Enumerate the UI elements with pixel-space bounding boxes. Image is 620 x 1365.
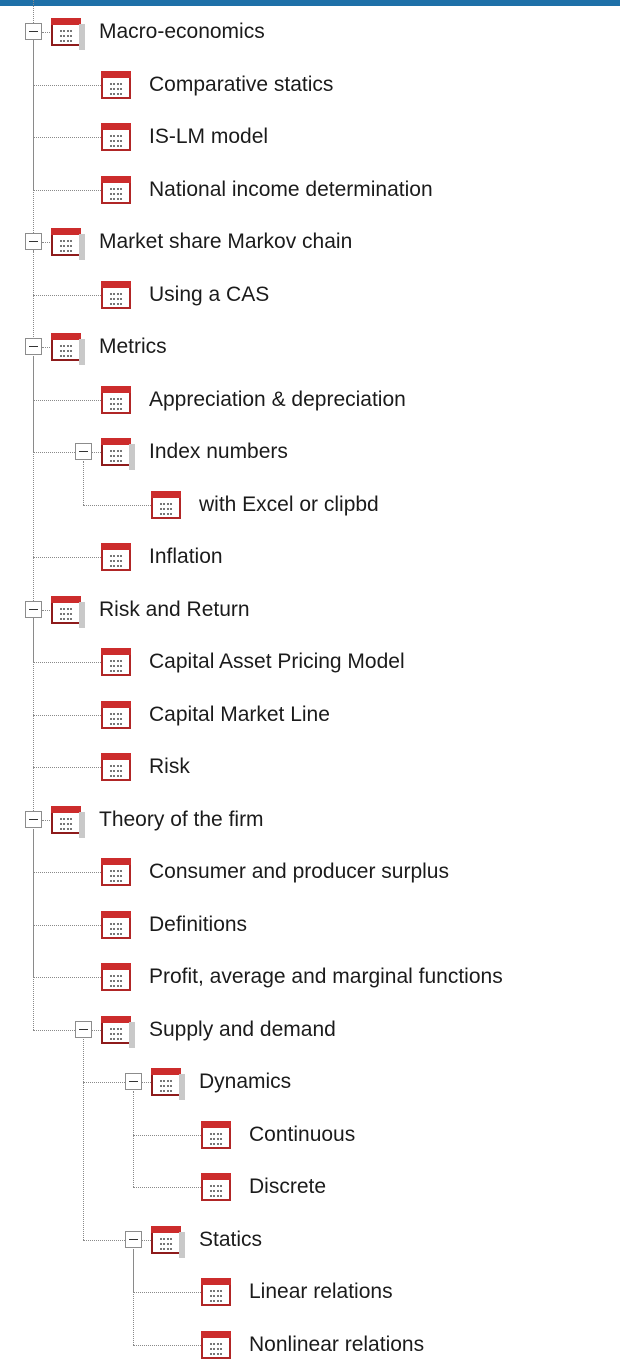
tree-item-label[interactable]: Capital Market Line bbox=[149, 695, 330, 735]
collapse-toggle-icon[interactable] bbox=[25, 600, 42, 618]
tree-item-label[interactable]: Market share Markov chain bbox=[99, 222, 352, 262]
folder-document-icon bbox=[51, 595, 85, 628]
document-icon bbox=[201, 1330, 231, 1359]
tree-item-label[interactable]: Consumer and producer surplus bbox=[149, 852, 449, 892]
tree-item[interactable]: Inflation bbox=[73, 537, 590, 577]
tree-item-label[interactable]: Using a CAS bbox=[149, 275, 269, 315]
tree-item-label[interactable]: Metrics bbox=[99, 327, 167, 367]
tree-guide-line bbox=[33, 41, 34, 190]
tree-guide-line bbox=[133, 1091, 134, 1187]
tree-guide-line bbox=[33, 356, 34, 557]
tree-item-label[interactable]: Linear relations bbox=[249, 1272, 393, 1312]
collapse-toggle-icon[interactable] bbox=[25, 233, 42, 250]
tree-item-label[interactable]: IS-LM model bbox=[149, 117, 268, 157]
document-icon bbox=[101, 910, 131, 939]
folder-document-icon bbox=[101, 438, 135, 470]
collapse-toggle-icon[interactable] bbox=[25, 338, 42, 355]
tree-item[interactable]: IS-LM model bbox=[73, 117, 590, 157]
tree-item[interactable]: Index numbers bbox=[73, 432, 590, 472]
tree-item[interactable]: Market share Markov chain bbox=[23, 222, 590, 262]
tree-item[interactable]: Statics bbox=[123, 1220, 590, 1260]
folder-document-icon bbox=[51, 228, 85, 260]
tree-item[interactable]: Using a CAS bbox=[73, 275, 590, 315]
tree-item[interactable]: Theory of the firm bbox=[23, 800, 590, 840]
tree-item[interactable]: Discrete bbox=[173, 1167, 590, 1207]
collapse-toggle-icon[interactable] bbox=[125, 1230, 142, 1248]
tree-item-label[interactable]: Definitions bbox=[149, 905, 247, 945]
tree-item-label[interactable]: Continuous bbox=[249, 1115, 355, 1155]
tree-item[interactable]: Metrics bbox=[23, 327, 590, 367]
tree-guide-line bbox=[33, 828, 34, 1030]
collapse-toggle-icon[interactable] bbox=[25, 810, 42, 828]
tree-item-label[interactable]: Inflation bbox=[149, 537, 223, 577]
tree-item-label[interactable]: Appreciation & depreciation bbox=[149, 380, 406, 420]
folder-document-icon bbox=[151, 1068, 185, 1100]
tree-item[interactable]: Profit, average and marginal functions bbox=[73, 957, 590, 997]
folder-document-icon bbox=[51, 333, 85, 365]
document-icon bbox=[101, 385, 131, 414]
tree-item[interactable]: Macro-economics bbox=[23, 12, 590, 52]
tree-item-label[interactable]: Nonlinear relations bbox=[249, 1325, 424, 1365]
tree-item[interactable]: Continuous bbox=[173, 1115, 590, 1155]
tree-item-label[interactable]: Risk bbox=[149, 747, 190, 787]
document-icon bbox=[101, 280, 131, 309]
tree-item-label[interactable]: Dynamics bbox=[199, 1062, 291, 1102]
document-icon bbox=[151, 490, 181, 519]
tree-item[interactable]: Comparative statics bbox=[73, 65, 590, 105]
tree-item[interactable]: Capital Asset Pricing Model bbox=[73, 642, 590, 682]
tree-item-label[interactable]: Supply and demand bbox=[149, 1010, 336, 1050]
tree-item[interactable]: with Excel or clipbd bbox=[123, 485, 590, 525]
collapse-toggle-icon[interactable] bbox=[25, 23, 42, 40]
tree-guide-line bbox=[83, 1038, 84, 1240]
document-icon bbox=[101, 648, 131, 676]
collapse-toggle-icon[interactable] bbox=[75, 443, 92, 460]
tree-item-label[interactable]: Profit, average and marginal functions bbox=[149, 957, 503, 997]
document-icon bbox=[101, 123, 131, 151]
tree-guide-line bbox=[33, 251, 34, 295]
document-icon bbox=[101, 175, 131, 204]
tree-item-label[interactable]: Comparative statics bbox=[149, 65, 333, 105]
folder-document-icon bbox=[151, 1225, 185, 1258]
document-icon bbox=[101, 543, 131, 571]
tree-item[interactable]: Linear relations bbox=[173, 1272, 590, 1312]
tree-item-label[interactable]: Statics bbox=[199, 1220, 262, 1260]
document-icon bbox=[201, 1173, 231, 1201]
tree-item[interactable]: Dynamics bbox=[123, 1062, 590, 1102]
collapse-toggle-icon[interactable] bbox=[125, 1073, 142, 1090]
collapse-toggle-icon[interactable] bbox=[75, 1020, 92, 1038]
tree-guide-line bbox=[33, 618, 34, 767]
tree-item[interactable]: Risk and Return bbox=[23, 590, 590, 630]
tree-item[interactable]: Definitions bbox=[73, 905, 590, 945]
tree-item-label[interactable]: with Excel or clipbd bbox=[199, 485, 379, 525]
tree-item[interactable]: National income determination bbox=[73, 170, 590, 210]
folder-document-icon bbox=[51, 805, 85, 838]
document-icon bbox=[101, 700, 131, 729]
tree-item[interactable]: Risk bbox=[73, 747, 590, 787]
document-icon bbox=[101, 753, 131, 781]
tree-guide-line bbox=[133, 1248, 134, 1345]
tree-item-label[interactable]: Discrete bbox=[249, 1167, 326, 1207]
tree-item-label[interactable]: Risk and Return bbox=[99, 590, 250, 630]
tree-guide-line bbox=[83, 461, 84, 505]
document-icon bbox=[201, 1120, 231, 1149]
tree-item-label[interactable]: Theory of the firm bbox=[99, 800, 264, 840]
document-icon bbox=[101, 858, 131, 886]
tree-item[interactable]: Consumer and producer surplus bbox=[73, 852, 590, 892]
document-icon bbox=[201, 1278, 231, 1306]
document-icon bbox=[101, 963, 131, 991]
tree-item-label[interactable]: National income determination bbox=[149, 170, 433, 210]
folder-document-icon bbox=[101, 1015, 135, 1048]
tree-item-label[interactable]: Macro-economics bbox=[99, 12, 265, 52]
tree-item[interactable]: Supply and demand bbox=[73, 1010, 590, 1050]
tree-item[interactable]: Nonlinear relations bbox=[173, 1325, 590, 1365]
folder-document-icon bbox=[51, 18, 85, 50]
tree-item[interactable]: Appreciation & depreciation bbox=[73, 380, 590, 420]
tree-item-label[interactable]: Capital Asset Pricing Model bbox=[149, 642, 405, 682]
topic-tree-view[interactable]: Macro-economics Comparative statics IS-LM … bbox=[0, 0, 620, 1362]
tree-item[interactable]: Capital Market Line bbox=[73, 695, 590, 735]
document-icon bbox=[101, 70, 131, 99]
tree-item-label[interactable]: Index numbers bbox=[149, 432, 288, 472]
